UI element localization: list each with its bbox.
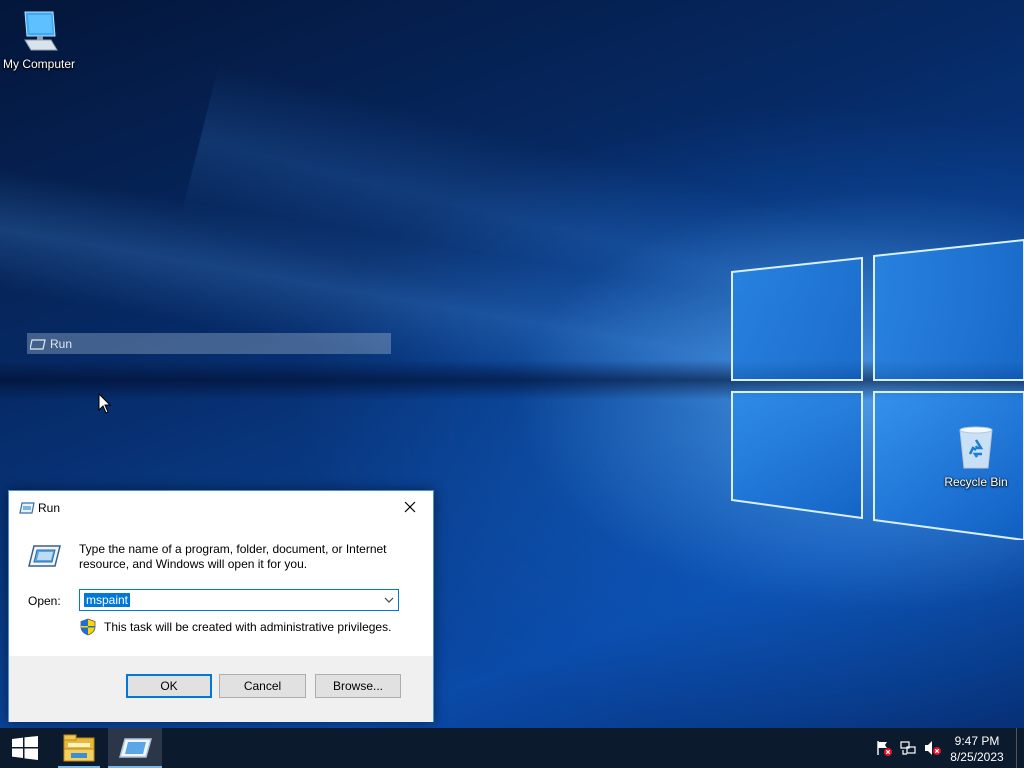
desktop-icon-my-computer[interactable]: My Computer: [0, 10, 78, 71]
taskbar: 9:47 PM 8/25/2023: [0, 728, 1024, 768]
run-dialog: Run Type the name of a program, folder, …: [8, 490, 434, 722]
recycle-bin-icon: [959, 426, 993, 469]
computer-icon: [24, 11, 58, 51]
show-desktop-button[interactable]: [1016, 728, 1017, 768]
run-program-icon: [28, 545, 61, 567]
open-combobox[interactable]: mspaint: [79, 589, 399, 611]
volume-muted-icon[interactable]: [924, 740, 942, 756]
admin-privileges-note: This task will be created with administr…: [104, 620, 392, 634]
run-icon: [19, 502, 35, 514]
dialog-titlebar[interactable]: Run: [9, 491, 433, 523]
folder-icon: [63, 734, 95, 762]
taskbar-clock[interactable]: 9:47 PM 8/25/2023: [946, 733, 1008, 765]
ok-button[interactable]: OK: [126, 674, 212, 698]
windows-logo-icon: [12, 736, 38, 760]
chevron-down-icon[interactable]: [384, 594, 394, 606]
wallpaper-windows-logo: [731, 238, 1024, 540]
network-icon[interactable]: [900, 740, 916, 756]
start-button[interactable]: [0, 728, 50, 768]
mouse-cursor-icon: [98, 393, 112, 414]
dialog-description: Type the name of a program, folder, docu…: [79, 542, 387, 571]
dialog-title: Run: [38, 501, 61, 515]
drag-ghost-run: Run: [27, 333, 391, 354]
run-icon: [119, 738, 152, 758]
cancel-button[interactable]: Cancel: [219, 674, 306, 698]
close-icon: [404, 501, 416, 513]
action-center-flag-icon[interactable]: [876, 740, 892, 756]
run-icon: [30, 338, 46, 350]
open-label: Open:: [28, 594, 61, 608]
clock-date: 8/25/2023: [950, 750, 1004, 764]
close-button[interactable]: [387, 491, 433, 523]
open-input-value[interactable]: mspaint: [84, 593, 131, 607]
clock-time: 9:47 PM: [954, 734, 1000, 748]
desktop-icon-recycle-bin[interactable]: Recycle Bin: [940, 424, 1012, 489]
uac-shield-icon: [80, 618, 96, 636]
taskbar-file-explorer[interactable]: [52, 728, 106, 768]
browse-button[interactable]: Browse...: [315, 674, 401, 698]
desktop-icon-label: Recycle Bin: [944, 475, 1008, 489]
taskbar-run[interactable]: [108, 728, 162, 768]
desktop-icon-label: My Computer: [2, 57, 76, 71]
drag-ghost-label: Run: [50, 336, 73, 351]
